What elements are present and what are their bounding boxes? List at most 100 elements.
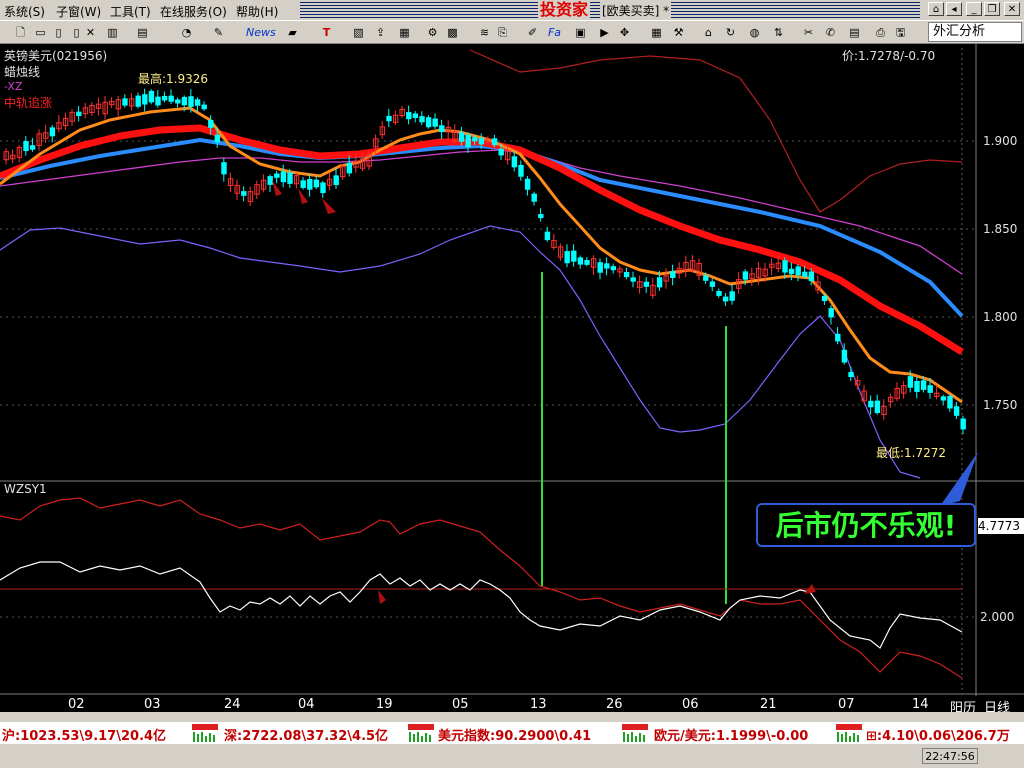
save-icon[interactable]: 🖫 bbox=[892, 24, 909, 41]
ticker-shenzhen[interactable]: 深:2722.08\37.32\4.5亿 bbox=[224, 725, 388, 744]
indicator-value: 4.7773 bbox=[978, 518, 1024, 534]
highlight-icon[interactable]: ▰ bbox=[284, 24, 301, 41]
y-tick-4: 1.750 bbox=[983, 398, 1018, 412]
indicator-arrows bbox=[378, 584, 816, 604]
restore-button[interactable]: ❐ bbox=[984, 2, 1000, 16]
candle-body bbox=[142, 94, 148, 105]
candle-body bbox=[841, 349, 848, 363]
settings-icon[interactable]: ⚒ bbox=[670, 24, 687, 41]
refresh-icon[interactable]: ↻ bbox=[722, 24, 739, 41]
candle-body bbox=[610, 266, 617, 271]
globe-icon[interactable]: ◍ bbox=[746, 24, 763, 41]
news-button[interactable]: News bbox=[246, 24, 276, 41]
bar-chart-icon[interactable]: ▥ bbox=[104, 24, 121, 41]
menu-help[interactable]: 帮助(H) bbox=[236, 3, 278, 20]
split-window-icon[interactable]: ▯ bbox=[50, 24, 67, 41]
formula-button[interactable]: Fa bbox=[546, 24, 563, 41]
candle-body bbox=[181, 96, 188, 106]
candle-body bbox=[168, 95, 174, 102]
candle-body bbox=[920, 380, 927, 390]
x-tick-label: 14 bbox=[912, 697, 929, 712]
candle-body bbox=[122, 98, 128, 106]
menu-online-service[interactable]: 在线服务(O) bbox=[160, 3, 227, 20]
ticker-last[interactable]: ⊞:4.10\0.06\206.7万 bbox=[866, 725, 1010, 744]
sort-icon[interactable]: ⇅ bbox=[770, 24, 787, 41]
crosshair-icon[interactable]: ✥ bbox=[616, 24, 633, 41]
menu-subwindow[interactable]: 子窗(W) bbox=[56, 3, 101, 20]
indicator-name: WZSY1 bbox=[4, 482, 47, 496]
orange-ma-line bbox=[0, 106, 963, 404]
print-icon[interactable]: ⎙ bbox=[872, 24, 889, 41]
minimize-button[interactable]: _ bbox=[966, 2, 982, 16]
candle-body bbox=[458, 132, 465, 142]
candle-body bbox=[742, 271, 749, 280]
close-button[interactable]: ✕ bbox=[1004, 2, 1020, 16]
filter-icon[interactable]: ✂ bbox=[800, 24, 817, 41]
table-icon[interactable]: ▦ bbox=[648, 24, 665, 41]
ticker-bars-icon bbox=[192, 724, 218, 742]
candle-body bbox=[577, 257, 584, 265]
candle-body bbox=[320, 182, 326, 194]
export-icon[interactable]: ⇪ bbox=[372, 24, 389, 41]
y-tick-1: 1.900 bbox=[983, 134, 1018, 148]
candle-body bbox=[511, 156, 518, 168]
home-page-icon[interactable]: ⌂ bbox=[700, 24, 717, 41]
play-icon[interactable]: ▶ bbox=[596, 24, 613, 41]
back-icon[interactable]: ◂ bbox=[946, 2, 962, 16]
candle-body bbox=[960, 418, 966, 430]
x-tick-label: 13 bbox=[530, 697, 547, 712]
price-chart[interactable] bbox=[0, 44, 1024, 696]
menu-tools[interactable]: 工具(T) bbox=[110, 3, 151, 20]
candle-body bbox=[643, 281, 650, 287]
candle-body bbox=[472, 137, 478, 142]
alert-icon[interactable]: ✆ bbox=[822, 24, 839, 41]
menu-system[interactable]: 系统(S) bbox=[4, 3, 45, 20]
chart-type-icon[interactable]: ▧ bbox=[350, 24, 367, 41]
candle-body bbox=[782, 260, 788, 273]
ticker-bars-icon bbox=[622, 724, 648, 742]
copy-icon[interactable]: ⎘ bbox=[494, 24, 511, 41]
chart-stats-icon[interactable]: ▩ bbox=[444, 24, 461, 41]
candle-body bbox=[564, 251, 570, 264]
candle-body bbox=[274, 173, 280, 178]
candle-body bbox=[491, 138, 498, 146]
window-list-icon[interactable]: ▤ bbox=[846, 24, 863, 41]
legend-track: 中轨追涨 bbox=[4, 96, 53, 110]
ticker-eurusd[interactable]: 欧元/美元:1.1999\-0.00 bbox=[654, 725, 808, 744]
home-icon[interactable]: ⌂ bbox=[928, 2, 944, 16]
draw-tool-icon[interactable]: ✎ bbox=[210, 24, 227, 41]
candle-body bbox=[914, 380, 920, 392]
close-window-icon[interactable]: ✕ bbox=[82, 24, 99, 41]
candle-body bbox=[670, 271, 676, 278]
low-label: 最低:1.7272 bbox=[876, 446, 947, 460]
line-chart-icon[interactable]: ▤ bbox=[134, 24, 151, 41]
candle-body bbox=[76, 111, 82, 117]
candle-body bbox=[630, 277, 636, 282]
analysis-select[interactable]: 外汇分析 bbox=[928, 22, 1022, 42]
candle-body bbox=[709, 281, 716, 287]
candle-body bbox=[221, 162, 227, 175]
candle-body bbox=[214, 134, 221, 143]
new-file-icon[interactable]: 🗋 bbox=[12, 24, 29, 41]
candle-body bbox=[386, 115, 392, 122]
candle-body bbox=[571, 250, 577, 262]
candle-body bbox=[155, 96, 161, 106]
single-window-icon[interactable]: ▭ bbox=[32, 24, 49, 41]
candle-body bbox=[821, 295, 828, 302]
candle-body bbox=[333, 175, 339, 186]
upper-band-line bbox=[469, 49, 963, 213]
signal-icon[interactable]: ≋ bbox=[476, 24, 493, 41]
network-icon[interactable]: ⚙ bbox=[424, 24, 441, 41]
gauge-icon[interactable]: ◔ bbox=[178, 24, 195, 41]
candle-body bbox=[940, 396, 947, 401]
ticker-shanghai[interactable]: 沪:1023.53\9.17\20.4亿 bbox=[2, 725, 166, 744]
image-icon[interactable]: ▣ bbox=[572, 24, 589, 41]
candle-body bbox=[346, 162, 353, 174]
pen-icon[interactable]: ✐ bbox=[524, 24, 541, 41]
x-tick-label: 24 bbox=[224, 697, 241, 712]
ticker-usd-index[interactable]: 美元指数:90.2900\0.41 bbox=[438, 725, 591, 744]
candle-body bbox=[584, 260, 590, 265]
grid-icon[interactable]: ▦ bbox=[396, 24, 413, 41]
candle-body bbox=[280, 171, 287, 183]
text-tool-icon[interactable]: T bbox=[318, 24, 335, 41]
